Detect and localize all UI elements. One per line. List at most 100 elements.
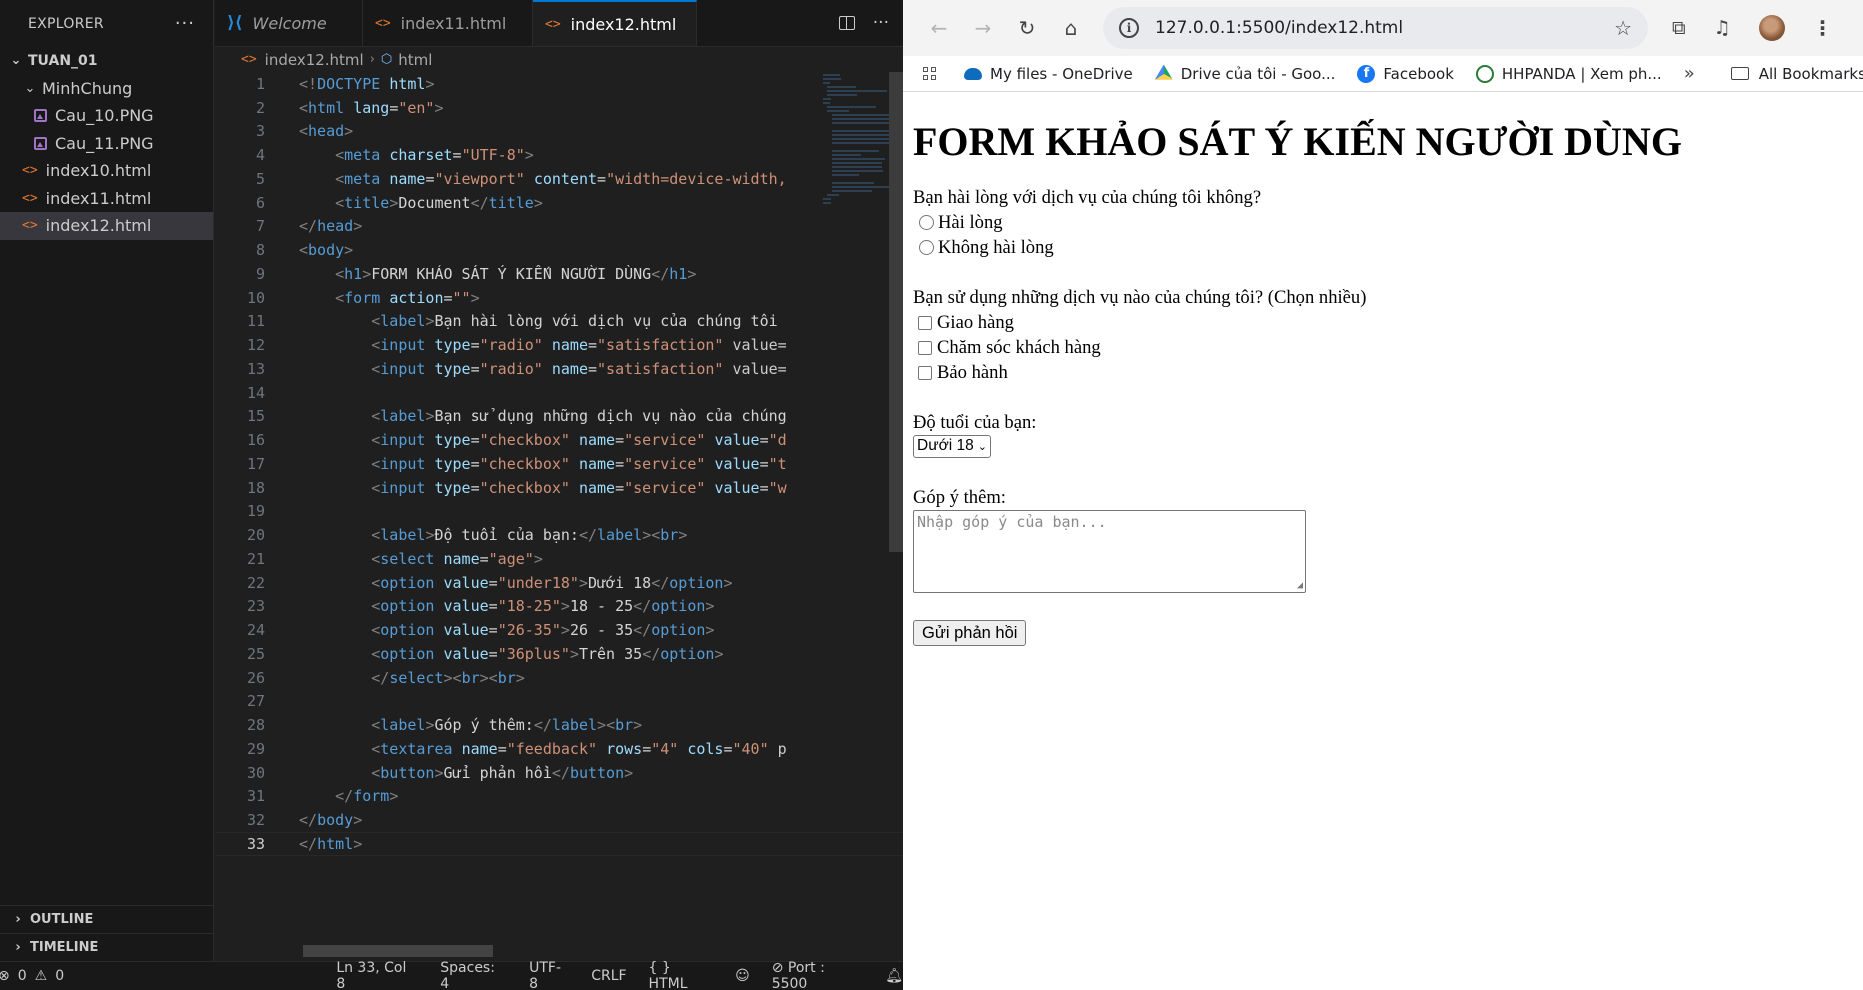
breadcrumb-file[interactable]: index12.html — [265, 51, 364, 69]
tab-index11[interactable]: <> index11.html — [363, 0, 533, 46]
radio-button[interactable] — [919, 215, 934, 230]
radio-button[interactable] — [919, 240, 934, 255]
code-line[interactable]: 16 <input type="checkbox" name="service"… — [215, 428, 903, 452]
profile-avatar[interactable] — [1758, 15, 1785, 41]
code-line[interactable]: 28 <label>Góp ý thêm:</label><br> — [215, 713, 903, 737]
code-line[interactable]: 20 <label>Độ tuổi của bạn:</label><br> — [215, 523, 903, 547]
code-line[interactable]: 10 <form action=""> — [215, 286, 903, 310]
code-editor[interactable]: 1 <!DOCTYPE html> 2 <html lang="en"> 3 <head>… — [215, 72, 903, 888]
encoding[interactable]: UTF-8 — [529, 960, 569, 990]
resize-grip-icon[interactable]: ◢ — [1297, 580, 1303, 591]
forward-arrow-icon[interactable]: → — [961, 8, 1005, 48]
code-line[interactable]: 11 <label>Bạn hài lòng với dịch vụ của c… — [215, 310, 903, 334]
bookmark-star-icon[interactable]: ☆ — [1614, 16, 1632, 40]
bookmark-hhpanda[interactable]: HHPANDA | Xem ph... — [1475, 64, 1662, 83]
code-line[interactable]: 4 <meta charset="UTF-8"> — [215, 143, 903, 167]
code-line[interactable]: 13 <input type="radio" name="satisfactio… — [215, 357, 903, 381]
code-line[interactable]: 7 </head> — [215, 215, 903, 239]
split-editor-icon[interactable] — [838, 16, 855, 30]
code-line[interactable]: 5 <meta name="viewport" content="width=d… — [215, 167, 903, 191]
timeline-section[interactable]: › TIMELINE — [0, 933, 214, 960]
address-bar[interactable]: i 127.0.0.1:5500/index12.html ☆ — [1103, 7, 1648, 49]
more-actions-icon[interactable]: ··· — [175, 13, 195, 34]
url-text[interactable]: 127.0.0.1:5500/index12.html — [1155, 18, 1403, 38]
code-line[interactable]: 26 </select><br><br> — [215, 666, 903, 690]
code-line[interactable]: 22 <option value="under18">Dưới 18</opti… — [215, 571, 903, 595]
checkbox[interactable] — [918, 365, 932, 380]
checkbox-option[interactable]: Bảo hành — [913, 360, 1853, 385]
project-folder[interactable]: ⌄ TUAN_01 — [0, 47, 213, 75]
warning-count[interactable]: 0 — [55, 968, 64, 984]
checkbox-option[interactable]: Chăm sóc khách hàng — [913, 335, 1853, 360]
back-arrow-icon[interactable]: ← — [917, 8, 961, 48]
code-line[interactable]: 2 <html lang="en"> — [215, 96, 903, 120]
file-item[interactable]: Cau_10.PNG — [0, 102, 213, 130]
code-line[interactable]: 31 </form> — [215, 785, 903, 809]
code-line[interactable]: 25 <option value="36plus">Trên 35</optio… — [215, 642, 903, 666]
code-line[interactable]: 14 — [215, 381, 903, 405]
code-line[interactable]: 19 — [215, 500, 903, 524]
checkbox[interactable] — [918, 315, 932, 330]
outline-section[interactable]: › OUTLINE — [0, 905, 214, 932]
bookmark-drive[interactable]: Drive của tôi - Goo... — [1154, 64, 1335, 83]
code-line[interactable]: 18 <input type="checkbox" name="service"… — [215, 476, 903, 500]
code-line[interactable]: 29 <textarea name="feedback" rows="4" co… — [215, 737, 903, 761]
code-line[interactable]: 15 <label>Bạn sử dụng những dịch vụ nào … — [215, 405, 903, 429]
home-icon[interactable]: ⌂ — [1049, 8, 1093, 48]
code-line[interactable]: 24 <option value="26-35">26 - 35</option… — [215, 618, 903, 642]
language-mode[interactable]: { } HTML — [649, 960, 714, 990]
file-item[interactable]: <> index10.html — [0, 157, 213, 185]
code-line[interactable]: 32 </body> — [215, 808, 903, 832]
apps-grid-icon[interactable] — [923, 67, 936, 80]
line-ending[interactable]: CRLF — [591, 968, 626, 984]
breadcrumb-element[interactable]: html — [398, 51, 432, 69]
error-count[interactable]: 0 — [18, 968, 27, 984]
code-line[interactable]: 17 <input type="checkbox" name="service"… — [215, 452, 903, 476]
age-select[interactable]: Dưới 18 ⌄ — [913, 434, 991, 458]
bookmark-facebook[interactable]: f Facebook — [1357, 64, 1454, 83]
warning-icon[interactable]: ⚠ — [35, 968, 48, 984]
checkbox-option[interactable]: Giao hàng — [913, 310, 1853, 335]
indentation[interactable]: Spaces: 4 — [440, 960, 507, 990]
folder-minhchung[interactable]: ⌄ MinhChung — [0, 75, 213, 103]
code-line[interactable]: 8 <body> — [215, 238, 903, 262]
code-line[interactable]: 3 <head> — [215, 120, 903, 144]
file-item[interactable]: Cau_11.PNG — [0, 130, 213, 158]
chevron-double-right-icon[interactable]: » — [1684, 63, 1695, 84]
cursor-position[interactable]: Ln 33, Col 8 — [336, 960, 418, 990]
radio-option[interactable]: Không hài lòng — [913, 235, 1853, 260]
more-actions-icon[interactable]: ··· — [873, 13, 889, 33]
code-line[interactable]: 21 <select name="age"> — [215, 547, 903, 571]
tab-index12[interactable]: <> index12.html — [533, 0, 697, 46]
error-icon[interactable]: ⊗ — [0, 968, 10, 984]
code-line[interactable]: 9 <h1>FORM KHẢO SÁT Ý KIẾN NGƯỜI DÙNG</h… — [215, 262, 903, 286]
code-text: <select name="age"> — [371, 549, 543, 568]
code-line[interactable]: 33 </html> — [215, 832, 903, 856]
code-line[interactable]: 6 <title>Document</title> — [215, 191, 903, 215]
live-server-status[interactable]: ⊘ Port : 5500 — [772, 960, 864, 990]
horizontal-scrollbar[interactable] — [303, 945, 493, 957]
code-line[interactable]: 23 <option value="18-25">18 - 25</option… — [215, 595, 903, 619]
radio-option[interactable]: Hài lòng — [913, 210, 1853, 235]
checkbox[interactable] — [918, 340, 932, 355]
all-bookmarks[interactable]: All Bookmarks — [1730, 65, 1863, 83]
code-line[interactable]: 1 <!DOCTYPE html> — [215, 72, 903, 96]
submit-button[interactable]: Gửi phản hồi — [913, 620, 1027, 646]
feedback-textarea[interactable]: Nhập góp ý của bạn... ◢ — [913, 510, 1306, 593]
tab-welcome[interactable]: ⟩⟨ Welcome — [215, 0, 363, 46]
vertical-scrollbar[interactable] — [889, 72, 903, 552]
code-line[interactable]: 12 <input type="radio" name="satisfactio… — [215, 333, 903, 357]
file-item-selected[interactable]: <> index12.html — [0, 212, 213, 240]
code-text: <label>Độ tuổi của bạn:</label><br> — [371, 526, 688, 545]
media-control-icon[interactable]: ♫ — [1714, 17, 1731, 39]
bell-icon[interactable]: 🔔︎ — [885, 968, 903, 984]
more-menu-icon[interactable]: ⋮ — [1813, 16, 1833, 40]
code-line[interactable]: 30 <button>Gửi phản hồi</button> — [215, 761, 903, 785]
extensions-icon[interactable]: ⧉ — [1672, 17, 1686, 39]
file-item[interactable]: <> index11.html — [0, 185, 213, 213]
site-info-icon[interactable]: i — [1119, 18, 1139, 38]
bookmark-onedrive[interactable]: My files - OneDrive — [964, 65, 1133, 83]
copilot-icon[interactable]: ☺ — [735, 968, 750, 984]
reload-icon[interactable]: ↻ — [1005, 8, 1049, 48]
code-line[interactable]: 27 — [215, 690, 903, 714]
